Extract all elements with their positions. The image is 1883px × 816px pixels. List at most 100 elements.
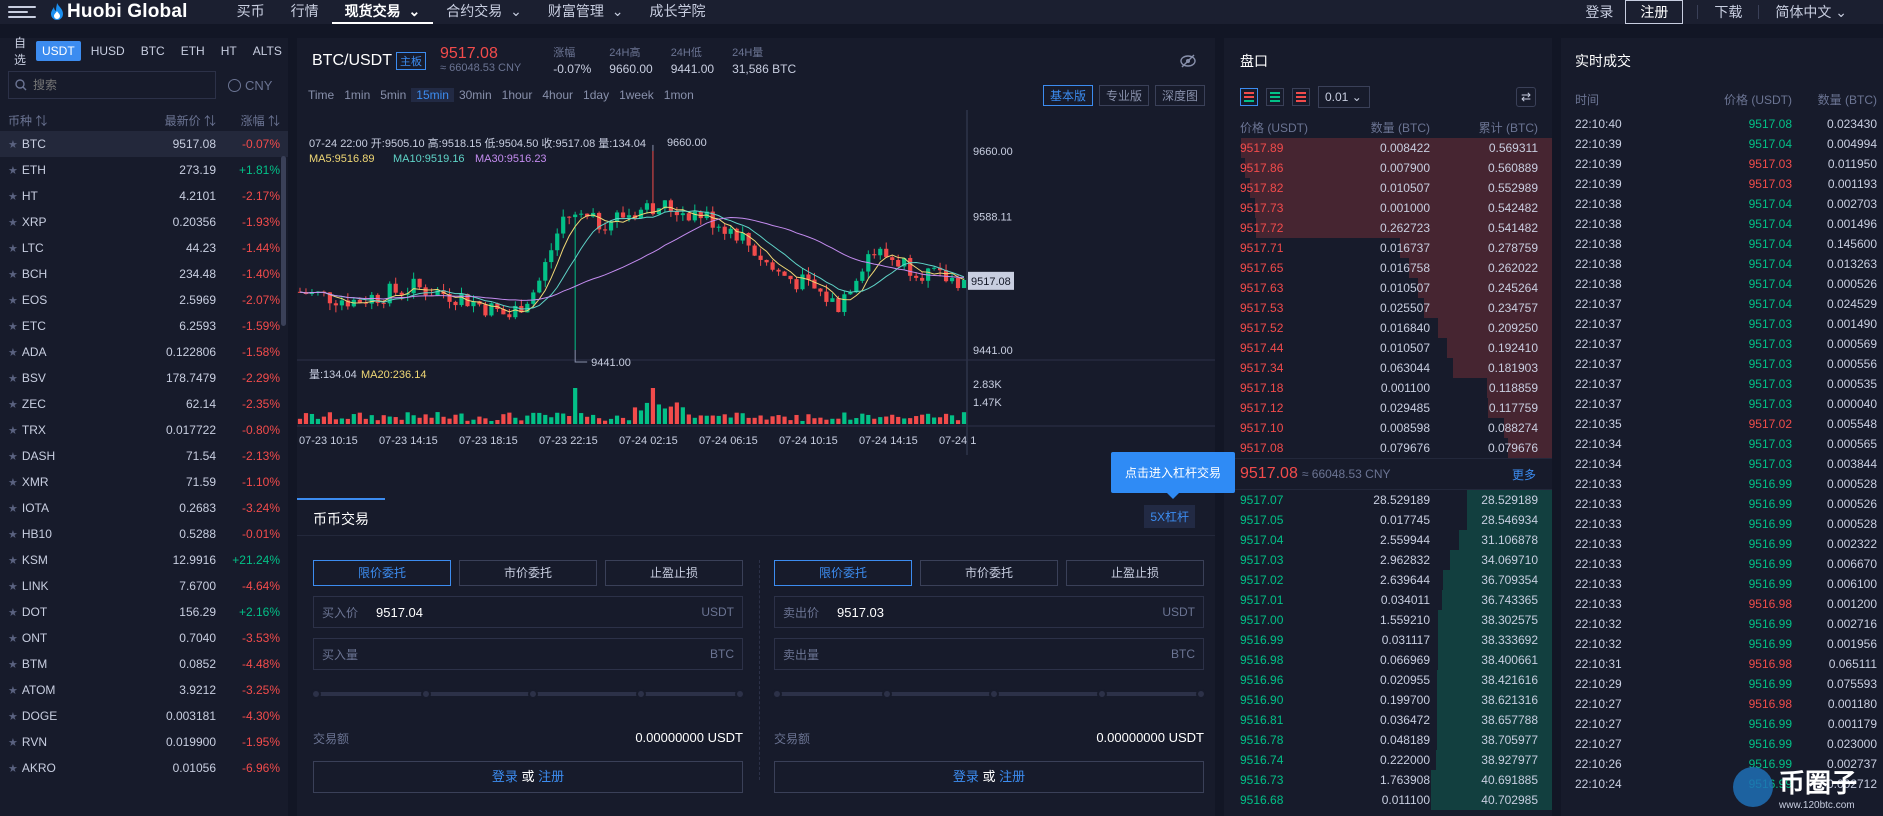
quote-tab-2[interactable]: HUSD [85,41,131,61]
market-row[interactable]: ★ TRX 0.017722 -0.80% [0,417,288,443]
swap-icon[interactable]: ⇄ [1516,87,1536,107]
interval-2[interactable]: 5min [375,88,411,102]
interval-7[interactable]: 1day [578,88,614,102]
kline-chart[interactable]: 07-24 22:00 开:9505.10 高:9518.15 低:9504.5… [297,110,1215,462]
star-icon[interactable]: ★ [8,372,18,385]
market-row[interactable]: ★ ADA 0.122806 -1.58% [0,339,288,365]
scrollbar[interactable] [281,156,286,326]
market-row[interactable]: ★ ETH 273.19 +1.81% [0,157,288,183]
star-icon[interactable]: ★ [8,346,18,359]
orderbook-row[interactable]: 9517.05 0.017745 28.546934 [1224,510,1552,530]
nav-item-3[interactable]: 合约交易 [446,3,502,19]
book-both-icon[interactable] [1240,88,1258,106]
market-row[interactable]: ★ ATOM 3.9212 -3.25% [0,677,288,703]
tab-limit-order[interactable]: 限价委托 [774,560,912,586]
star-icon[interactable]: ★ [8,268,18,281]
star-icon[interactable]: ★ [8,242,18,255]
star-icon[interactable]: ★ [8,554,18,567]
orderbook-row[interactable]: 9516.78 0.048189 38.705977 [1224,730,1552,750]
orderbook-row[interactable]: 9517.02 2.639644 36.709354 [1224,570,1552,590]
orderbook-row[interactable]: 9517.12 0.029485 0.117759 [1224,398,1552,418]
star-icon[interactable]: ★ [8,190,18,203]
star-icon[interactable]: ★ [8,294,18,307]
orderbook-row[interactable]: 9517.03 2.962832 34.069710 [1224,550,1552,570]
register-link[interactable]: 注册 [538,769,564,784]
star-icon[interactable]: ★ [8,736,18,749]
market-row[interactable]: ★ BTC 9517.08 -0.07% [0,131,288,157]
precision-select[interactable]: 0.01 ⌄ [1318,86,1370,108]
orderbook-row[interactable]: 9517.73 0.001000 0.542482 [1224,198,1552,218]
market-row[interactable]: ★ BTM 0.0852 -4.48% [0,651,288,677]
buy-amount-field[interactable]: 买入量 BTC [313,638,743,670]
nav-item-4[interactable]: 财富管理 [548,3,604,19]
orderbook-row[interactable]: 9517.18 0.001100 0.118859 [1224,378,1552,398]
market-row[interactable]: ★ LINK 7.6700 -4.64% [0,573,288,599]
star-icon[interactable]: ★ [8,684,18,697]
interval-1[interactable]: 1min [339,88,375,102]
market-row[interactable]: ★ BSV 178.7479 -2.29% [0,365,288,391]
market-row[interactable]: ★ AKRO 0.01056 -6.96% [0,755,288,781]
market-row[interactable]: ★ ZEC 62.14 -2.35% [0,391,288,417]
market-row[interactable]: ★ BCH 234.48 -1.40% [0,261,288,287]
orderbook-row[interactable]: 9516.96 0.020955 38.421616 [1224,670,1552,690]
buy-percent-slider[interactable] [311,689,745,699]
orderbook-row[interactable]: 9517.44 0.010507 0.192410 [1224,338,1552,358]
register-button[interactable]: 注册 [1625,0,1684,24]
market-row[interactable]: ★ HB10 0.5288 -0.01% [0,521,288,547]
nav-item-2[interactable]: 现货交易 [345,3,401,19]
orderbook-row[interactable]: 9517.86 0.007900 0.560889 [1224,158,1552,178]
market-row[interactable]: ★ DASH 71.54 -2.13% [0,443,288,469]
star-icon[interactable]: ★ [8,502,18,515]
book-asks-icon[interactable] [1292,88,1310,106]
tab-market-order[interactable]: 市价委托 [459,560,597,586]
star-icon[interactable]: ★ [8,320,18,333]
star-icon[interactable]: ★ [8,476,18,489]
market-row[interactable]: ★ EOS 2.5969 -2.07% [0,287,288,313]
market-row[interactable]: ★ DOGE 0.003181 -4.30% [0,703,288,729]
tab-stop-order[interactable]: 止盈止损 [605,560,743,586]
tab-spot-trade[interactable]: 币币交易 [297,497,385,536]
leverage-button[interactable]: 5X杠杆 [1144,505,1195,528]
book-bids-icon[interactable] [1266,88,1284,106]
interval-4[interactable]: 30min [454,88,497,102]
orderbook-row[interactable]: 9517.65 0.016758 0.262022 [1224,258,1552,278]
login-link[interactable]: 登录 [1573,2,1625,22]
language-select[interactable]: 简体中文 ⌄ [1763,2,1859,22]
market-row[interactable]: ★ DOT 156.29 +2.16% [0,599,288,625]
interval-5[interactable]: 1hour [497,88,538,102]
orderbook-row[interactable]: 9517.34 0.063044 0.181903 [1224,358,1552,378]
menu-icon[interactable] [8,4,36,20]
star-icon[interactable]: ★ [8,606,18,619]
orderbook-row[interactable]: 9516.74 0.222000 38.927977 [1224,750,1552,770]
buy-price-field[interactable]: 买入价 9517.04 USDT [313,596,743,628]
huobi-logo[interactable]: Huobi Global [50,1,188,23]
market-row[interactable]: ★ LTC 44.23 -1.44% [0,235,288,261]
login-link[interactable]: 登录 [492,769,518,784]
quote-tab-1[interactable]: USDT [36,41,81,61]
orderbook-row[interactable]: 9517.07 28.529189 28.529189 [1224,490,1552,510]
register-link[interactable]: 注册 [999,769,1025,784]
market-row[interactable]: ★ RVN 0.019900 -1.95% [0,729,288,755]
star-icon[interactable]: ★ [8,450,18,463]
nav-item-2[interactable]: 现货交易 ⌄ [331,0,434,24]
tab-stop-order[interactable]: 止盈止损 [1066,560,1204,586]
orderbook-row[interactable]: 9517.10 0.008598 0.088274 [1224,418,1552,438]
market-row[interactable]: ★ ETC 6.2593 -1.59% [0,313,288,339]
col-change[interactable]: 涨幅 ⇅ [216,112,280,129]
tab-market-order[interactable]: 市价委托 [920,560,1058,586]
orderbook-row[interactable]: 9517.63 0.010507 0.245264 [1224,278,1552,298]
quote-tab-3[interactable]: BTC [135,41,171,61]
hide-eye-icon[interactable] [1179,52,1197,70]
view-btn-0[interactable]: 基本版 [1042,84,1093,106]
star-icon[interactable]: ★ [8,580,18,593]
interval-6[interactable]: 4hour [537,88,578,102]
star-icon[interactable]: ★ [8,398,18,411]
orderbook-row[interactable]: 9517.72 0.262723 0.541482 [1224,218,1552,238]
search-box[interactable] [8,71,216,99]
orderbook-row[interactable]: 9517.71 0.016737 0.278759 [1224,238,1552,258]
orderbook-row[interactable]: 9516.99 0.031117 38.333692 [1224,630,1552,650]
star-icon[interactable]: ★ [8,632,18,645]
quote-tab-5[interactable]: HT [215,41,243,61]
nav-item-1[interactable]: 行情 [278,0,332,24]
nav-item-4[interactable]: 财富管理 ⌄ [535,0,637,24]
